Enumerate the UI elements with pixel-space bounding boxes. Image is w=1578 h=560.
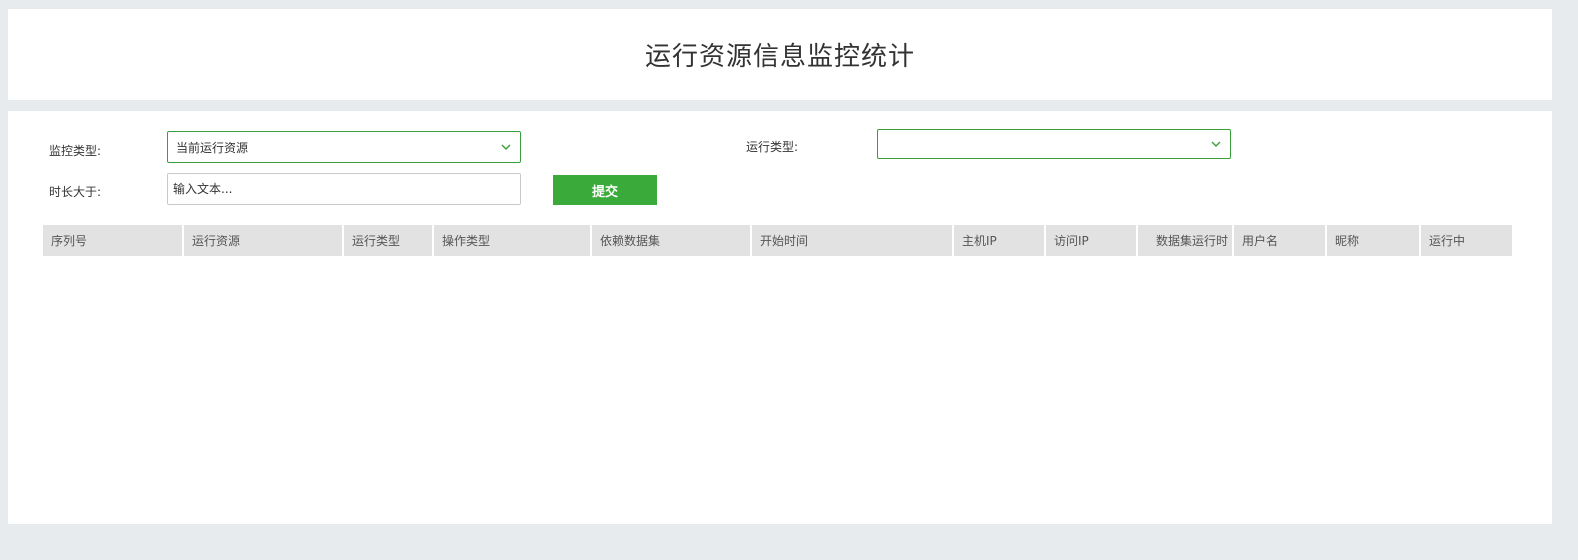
monitor-type-label: 监控类型: [49, 144, 102, 158]
main-panel: 监控类型: 当前运行资源 运行类型: 时长大于: 提交 序列号 运行资源 运行类… [8, 111, 1552, 524]
column-header-host-ip[interactable]: 主机IP [954, 225, 1044, 256]
column-header-nickname[interactable]: 昵称 [1327, 225, 1419, 256]
column-header-username[interactable]: 用户名 [1234, 225, 1325, 256]
column-header-resource[interactable]: 运行资源 [184, 225, 342, 256]
run-type-label: 运行类型: [746, 140, 799, 154]
header-panel: 运行资源信息监控统计 [8, 9, 1552, 100]
table-header: 序列号 运行资源 运行类型 操作类型 依赖数据集 开始时间 主机IP 访问IP … [43, 225, 1514, 256]
column-header-access-ip[interactable]: 访问IP [1046, 225, 1136, 256]
monitor-type-value: 当前运行资源 [176, 140, 249, 155]
column-header-serial[interactable]: 序列号 [43, 225, 182, 256]
submit-button[interactable]: 提交 [553, 175, 657, 205]
duration-label: 时长大于: [49, 185, 102, 199]
column-header-dataset-runtime[interactable]: 数据集运行时 [1138, 225, 1232, 256]
table-body [43, 258, 1512, 508]
column-header-running[interactable]: 运行中 [1421, 225, 1512, 256]
column-header-operation-type[interactable]: 操作类型 [434, 225, 590, 256]
page-title: 运行资源信息监控统计 [644, 42, 915, 72]
chevron-down-icon [501, 144, 511, 150]
column-header-start-time[interactable]: 开始时间 [752, 225, 952, 256]
column-header-run-type[interactable]: 运行类型 [344, 225, 432, 256]
chevron-down-icon [1211, 141, 1221, 147]
duration-input[interactable] [167, 173, 521, 205]
monitor-type-select[interactable]: 当前运行资源 [167, 131, 521, 163]
column-header-dependent-dataset[interactable]: 依赖数据集 [592, 225, 750, 256]
run-type-select[interactable] [877, 129, 1231, 159]
